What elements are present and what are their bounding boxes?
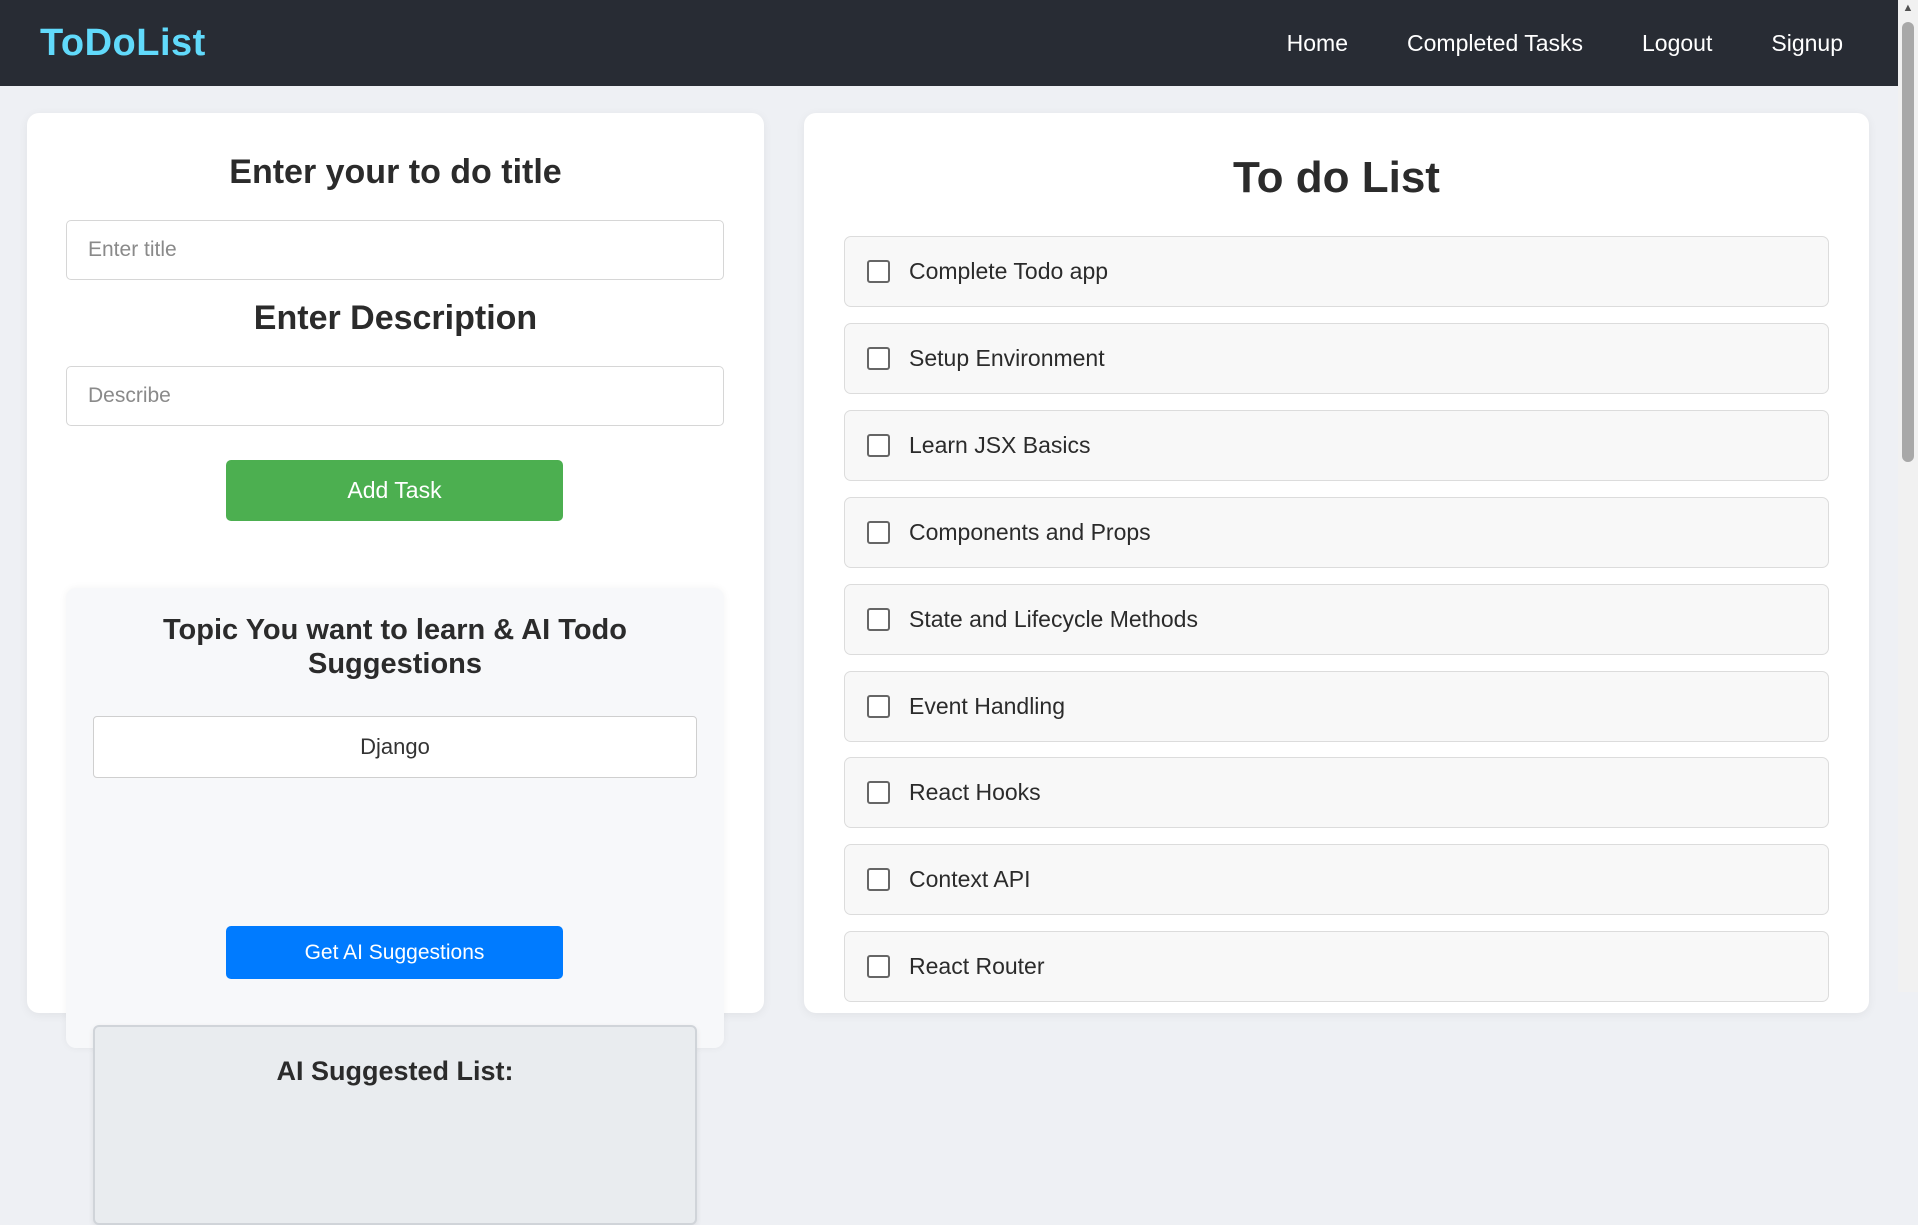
todo-label: React Hooks — [909, 779, 1041, 805]
brand-logo[interactable]: ToDoList — [40, 22, 206, 65]
todo-checkbox[interactable] — [867, 434, 890, 457]
todo-label: Event Handling — [909, 693, 1065, 719]
nav-link-home[interactable]: Home — [1287, 30, 1348, 57]
todo-item[interactable]: React Router — [844, 931, 1829, 1002]
todo-item[interactable]: State and Lifecycle Methods — [844, 584, 1829, 655]
add-task-card: Enter your to do title Enter Description… — [27, 113, 764, 1225]
description-input[interactable] — [66, 366, 724, 426]
todo-label: Setup Environment — [909, 345, 1105, 371]
todo-item[interactable]: Event Handling — [844, 671, 1829, 742]
todo-checkbox[interactable] — [867, 260, 890, 283]
todo-list-heading: To do List — [1233, 153, 1440, 202]
ai-suggested-list: AI Suggested List: — [93, 1025, 697, 1225]
nav-link-completed-tasks[interactable]: Completed Tasks — [1407, 30, 1583, 57]
nav-link-signup[interactable]: Signup — [1771, 30, 1843, 57]
todo-list-card: To do List Complete Todo app Setup Envir… — [804, 113, 1869, 1013]
todo-checkbox[interactable] — [867, 347, 890, 370]
ai-suggested-list-title: AI Suggested List: — [276, 1056, 514, 1086]
ai-suggestions-panel: Topic You want to learn & AI Todo Sugges… — [66, 588, 724, 1225]
todo-checkbox[interactable] — [867, 955, 890, 978]
todo-label: Components and Props — [909, 519, 1151, 545]
todo-item[interactable]: Complete Todo app — [844, 236, 1829, 307]
todo-item[interactable]: Components and Props — [844, 497, 1829, 568]
description-heading: Enter Description — [253, 299, 538, 337]
scroll-up-icon[interactable]: ▲ — [1898, 0, 1918, 16]
todo-checkbox[interactable] — [867, 521, 890, 544]
todo-item[interactable]: React Hooks — [844, 757, 1829, 828]
todo-item[interactable]: Context API — [844, 844, 1829, 915]
page-scrollbar[interactable]: ▲ — [1898, 0, 1918, 992]
add-task-button[interactable]: Add Task — [226, 460, 563, 521]
todo-checkbox[interactable] — [867, 608, 890, 631]
topic-input[interactable] — [93, 716, 697, 778]
title-input[interactable] — [66, 220, 724, 280]
todo-checkbox[interactable] — [867, 868, 890, 891]
todo-checkbox[interactable] — [867, 695, 890, 718]
todo-label: React Router — [909, 953, 1045, 979]
todo-label: Learn JSX Basics — [909, 432, 1091, 458]
todo-item[interactable]: Setup Environment — [844, 323, 1829, 394]
todo-label: Context API — [909, 866, 1031, 892]
todo-label: Complete Todo app — [909, 258, 1109, 284]
nav-links: Home Completed Tasks Logout Signup — [1287, 30, 1843, 57]
todo-checkbox[interactable] — [867, 781, 890, 804]
navbar: ToDoList Home Completed Tasks Logout Sig… — [0, 0, 1898, 86]
title-heading: Enter your to do title — [229, 153, 562, 191]
scroll-thumb[interactable] — [1902, 22, 1914, 462]
todo-item[interactable]: Learn JSX Basics — [844, 410, 1829, 481]
todo-label: State and Lifecycle Methods — [909, 606, 1198, 632]
nav-link-logout[interactable]: Logout — [1642, 30, 1712, 57]
get-ai-suggestions-button[interactable]: Get AI Suggestions — [226, 926, 563, 979]
ai-heading: Topic You want to learn & AI Todo Sugges… — [163, 614, 627, 680]
